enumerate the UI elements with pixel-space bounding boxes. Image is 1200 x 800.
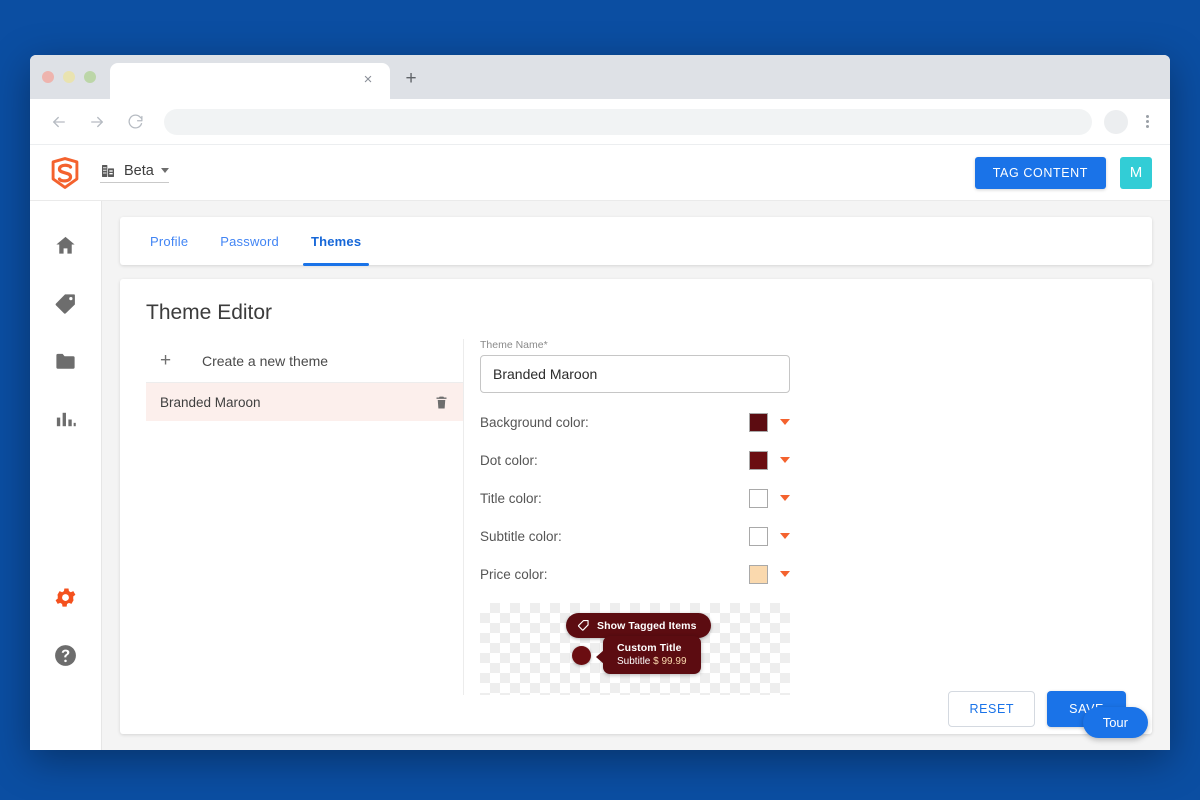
chevron-down-icon[interactable] <box>160 168 169 173</box>
preview-show-tagged-items-pill: Show Tagged Items <box>566 613 711 638</box>
preview-tooltip-title: Custom Title <box>617 642 682 654</box>
reload-icon[interactable] <box>120 107 150 137</box>
preview-tooltip: Custom Title Subtitle $ 99.99 <box>596 636 701 674</box>
price-color-control <box>749 564 790 584</box>
tab-themes[interactable]: Themes <box>295 217 377 266</box>
background-color-control <box>749 412 790 432</box>
dot-color-control <box>749 450 790 470</box>
trash-icon[interactable] <box>434 395 449 410</box>
help-circle-icon <box>53 643 78 673</box>
tab-profile[interactable]: Profile <box>134 217 204 265</box>
workspace-selector[interactable]: Beta <box>100 163 169 183</box>
application-root: Beta TAG CONTENT M Profile Password Them… <box>30 145 1170 750</box>
tab-close-icon[interactable]: × <box>360 72 376 88</box>
preview-dot <box>572 646 591 665</box>
plus-icon: + <box>160 350 172 371</box>
subtitle-color-label: Subtitle color: <box>480 528 562 544</box>
snaplytics-s-logo[interactable] <box>48 156 82 190</box>
browser-window: × + Beta TAG CONTENT M Profile Password … <box>30 55 1170 750</box>
required-marker: * <box>543 339 548 351</box>
folder-icon <box>54 350 77 378</box>
theme-preview: Show Tagged Items Custom Title Subtitle … <box>480 603 790 695</box>
new-tab-button[interactable]: + <box>400 69 422 91</box>
create-new-theme-button[interactable]: + Create a new theme <box>146 339 463 383</box>
dot-color-label: Dot color: <box>480 452 538 468</box>
app-header-actions: TAG CONTENT M <box>974 156 1152 189</box>
background-color-dropdown-icon[interactable] <box>780 419 790 425</box>
theme-name-input[interactable] <box>480 355 790 393</box>
bar-chart-icon <box>54 408 77 436</box>
sidebar-item-settings[interactable] <box>30 571 101 629</box>
reset-button[interactable]: RESET <box>948 691 1036 727</box>
arrow-left-icon[interactable] <box>44 107 74 137</box>
subtitle-color-dropdown-icon[interactable] <box>780 533 790 539</box>
theme-form-pane: Theme Name* Background color: <box>464 339 1126 727</box>
preview-tooltip-subtitle: Subtitle <box>617 656 651 667</box>
theme-name-label: Branded Maroon <box>160 394 261 410</box>
tour-button[interactable]: Tour <box>1082 707 1148 738</box>
color-row-background: Background color: <box>480 403 790 441</box>
title-color-control <box>749 488 790 508</box>
app-header: Beta TAG CONTENT M <box>30 145 1170 201</box>
theme-editor-body: + Create a new theme Branded Maroon Them… <box>146 339 1126 727</box>
create-new-theme-label: Create a new theme <box>202 352 329 369</box>
browser-tab[interactable]: × <box>110 63 390 99</box>
color-row-dot: Dot color: <box>480 441 790 479</box>
dot-color-dropdown-icon[interactable] <box>780 457 790 463</box>
price-color-dropdown-icon[interactable] <box>780 571 790 577</box>
title-color-label: Title color: <box>480 490 542 506</box>
sidebar-item-help[interactable] <box>30 629 101 687</box>
tag-icon <box>54 292 77 320</box>
subtitle-color-swatch[interactable] <box>749 526 768 546</box>
browser-menu-icon[interactable] <box>1138 113 1156 130</box>
background-color-swatch[interactable] <box>749 412 768 432</box>
browser-profile-avatar[interactable] <box>1104 109 1128 134</box>
home-icon <box>54 234 77 262</box>
settings-tabbar: Profile Password Themes <box>120 217 1152 266</box>
tag-outline-icon <box>577 619 590 632</box>
browser-tabstrip: × + <box>30 55 1170 99</box>
main-content: Profile Password Themes Theme Editor + C… <box>102 201 1170 750</box>
title-color-swatch[interactable] <box>749 488 768 508</box>
background-color-label: Background color: <box>480 414 589 430</box>
arrow-right-icon[interactable] <box>82 107 112 137</box>
list-item[interactable]: Branded Maroon <box>146 383 463 421</box>
sidebar-nav <box>30 201 102 750</box>
price-color-swatch[interactable] <box>749 564 768 584</box>
sidebar-item-folders[interactable] <box>30 335 101 393</box>
window-controls <box>42 71 96 83</box>
tab-password[interactable]: Password <box>204 217 295 265</box>
theme-name-label-text: Theme Name <box>480 339 544 351</box>
theme-name-field-label: Theme Name* <box>480 339 1126 351</box>
sidebar-item-analytics[interactable] <box>30 393 101 451</box>
address-bar[interactable] <box>164 108 1092 135</box>
close-window-button[interactable] <box>42 71 54 83</box>
color-row-price: Price color: <box>480 555 790 593</box>
preview-tooltip-price: $ 99.99 <box>653 656 687 667</box>
theme-list-pane: + Create a new theme Branded Maroon <box>146 339 464 695</box>
theme-editor-card: Theme Editor + Create a new theme Brande… <box>120 279 1152 734</box>
minimize-window-button[interactable] <box>63 71 75 83</box>
preview-tooltip-subtitle-row: Subtitle $ 99.99 <box>617 656 687 667</box>
gear-icon <box>53 585 78 615</box>
sidebar-item-tags[interactable] <box>30 277 101 335</box>
dot-color-swatch[interactable] <box>749 450 768 470</box>
user-avatar[interactable]: M <box>1120 156 1152 189</box>
price-color-label: Price color: <box>480 566 548 582</box>
title-color-dropdown-icon[interactable] <box>780 495 790 501</box>
building-icon <box>100 163 116 179</box>
color-row-title: Title color: <box>480 479 790 517</box>
page-title: Theme Editor <box>146 301 273 324</box>
workspace-name: Beta <box>124 162 154 179</box>
subtitle-color-control <box>749 526 790 546</box>
browser-toolbar <box>30 99 1170 145</box>
tag-content-button[interactable]: TAG CONTENT <box>974 156 1106 189</box>
preview-pill-label: Show Tagged Items <box>597 619 697 632</box>
sidebar-item-home[interactable] <box>30 219 101 277</box>
maximize-window-button[interactable] <box>84 71 96 83</box>
color-row-subtitle: Subtitle color: <box>480 517 790 555</box>
